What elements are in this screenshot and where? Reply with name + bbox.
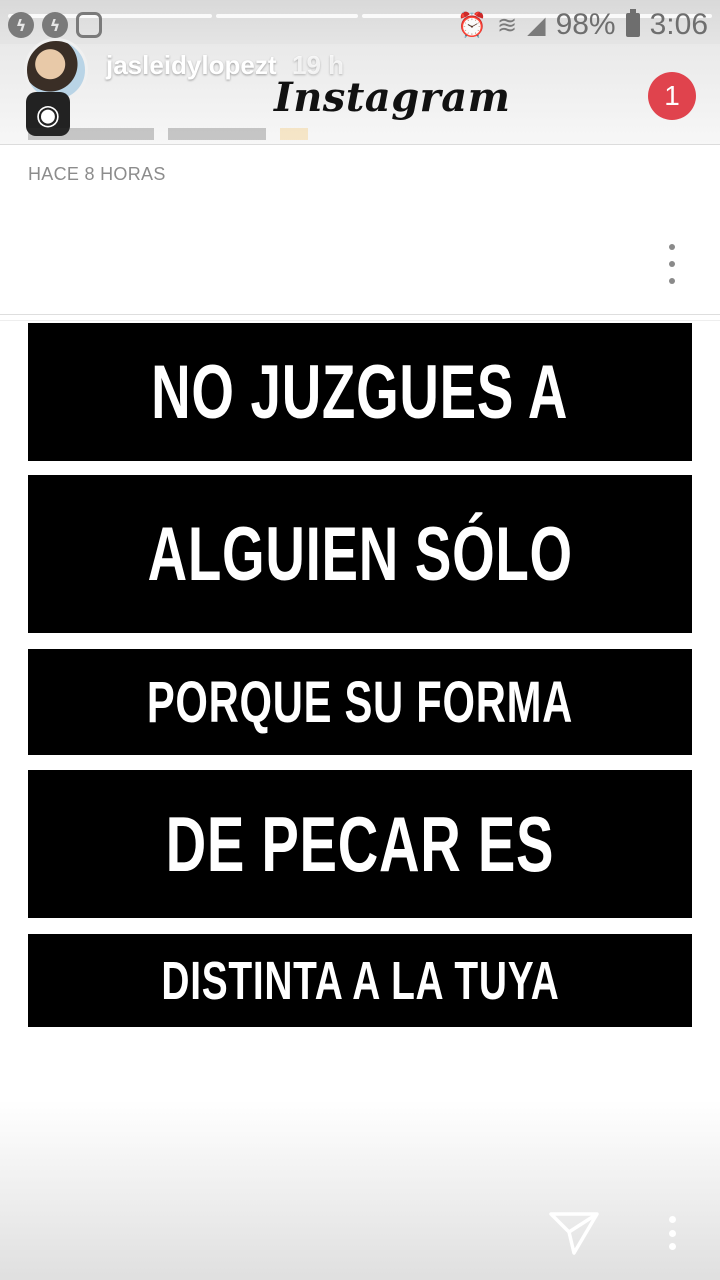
caption-cut-off [28,128,308,148]
send-icon[interactable] [548,1210,600,1256]
bottom-overlay [0,1100,720,1280]
battery-icon [625,9,640,37]
alarm-icon: ⏰ [457,11,487,39]
divider [0,314,720,315]
post-image[interactable]: NO JUZGUES A ALGUIEN SÓLO PORQUE SU FORM… [28,323,692,1029]
messenger-icon: ϟ [42,12,68,38]
clock: 3:06 [649,8,708,41]
notification-badge[interactable]: 1 [648,72,696,120]
story-progress-segment [216,14,358,18]
more-options-icon[interactable] [660,244,684,284]
battery-percent: 98% [555,8,616,41]
messenger-icon: ϟ [8,12,34,38]
quote-line: DISTINTA A LA TUYA [28,934,692,1027]
instagram-icon [76,12,102,38]
wifi-icon: ≋ [496,11,518,39]
quote-line: ALGUIEN SÓLO [28,475,692,633]
quote-line: DE PECAR ES [28,770,692,918]
post-timestamp: HACE 8 HORAS [28,164,166,184]
divider [0,320,720,321]
quote-line: PORQUE SU FORMA [28,649,692,755]
story-username[interactable]: jasleidylopezt [106,50,277,81]
signal-icon: ◢ [527,11,546,39]
more-options-icon[interactable] [664,1216,680,1250]
quote-line: NO JUZGUES A [28,323,692,461]
instagram-logo: Instagram [274,74,511,121]
status-bar: ϟ ϟ ⏰ ≋ ◢ 98% 3:06 [0,0,720,50]
